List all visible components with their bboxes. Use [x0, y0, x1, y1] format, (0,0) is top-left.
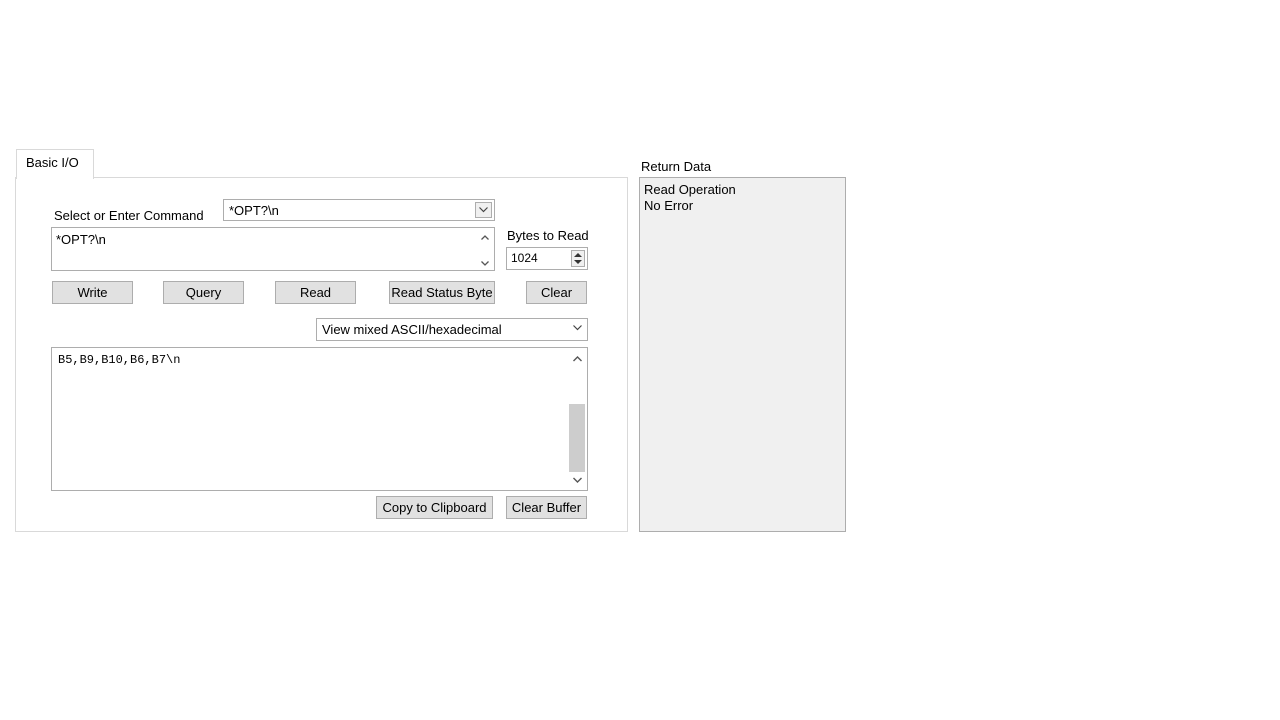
- buffer-scroll-thumb[interactable]: [569, 404, 585, 472]
- command-scrollbar[interactable]: [477, 229, 493, 269]
- return-data-label: Return Data: [641, 159, 712, 174]
- tab-basic-io-label: Basic I/O: [26, 155, 79, 170]
- read-status-byte-button[interactable]: Read Status Byte: [389, 281, 495, 304]
- return-data-box: Read Operation No Error: [639, 177, 846, 532]
- buffer-scrollbar[interactable]: [568, 349, 586, 489]
- command-combo[interactable]: *OPT?\n: [223, 199, 495, 221]
- clear-button[interactable]: Clear: [526, 281, 587, 304]
- scroll-up-icon[interactable]: [481, 235, 489, 240]
- view-mode-dropdown-button[interactable]: [570, 321, 585, 338]
- return-data-line: Read Operation: [644, 182, 736, 197]
- command-text: *OPT?\n: [56, 232, 106, 247]
- scroll-up-icon[interactable]: [573, 356, 582, 362]
- clear-buffer-button[interactable]: Clear Buffer: [506, 496, 587, 519]
- bytes-to-read-label: Bytes to Read: [507, 228, 589, 243]
- bytes-to-read-value: 1024: [511, 251, 538, 265]
- response-buffer[interactable]: B5,B9,B10,B6,B7\n: [51, 347, 588, 491]
- write-button[interactable]: Write: [52, 281, 133, 304]
- command-combo-value: *OPT?\n: [229, 203, 279, 218]
- scroll-down-icon[interactable]: [481, 261, 489, 266]
- scroll-down-icon[interactable]: [573, 477, 582, 483]
- view-mode-select[interactable]: View mixed ASCII/hexadecimal: [316, 318, 588, 341]
- copy-to-clipboard-button[interactable]: Copy to Clipboard: [376, 496, 493, 519]
- response-buffer-text: B5,B9,B10,B6,B7\n: [58, 353, 181, 367]
- bytes-to-read-spinner[interactable]: 1024: [506, 247, 588, 270]
- bytes-spinner-buttons[interactable]: [571, 250, 585, 267]
- chevron-down-icon: [479, 207, 488, 213]
- query-button[interactable]: Query: [163, 281, 244, 304]
- spin-down-icon[interactable]: [574, 260, 582, 264]
- spin-up-icon[interactable]: [574, 253, 582, 257]
- read-button[interactable]: Read: [275, 281, 356, 304]
- chevron-down-icon: [573, 325, 582, 331]
- select-command-label: Select or Enter Command: [54, 208, 204, 223]
- command-text-area[interactable]: *OPT?\n: [51, 227, 495, 271]
- return-data-line: No Error: [644, 198, 694, 213]
- tab-basic-io[interactable]: Basic I/O: [16, 149, 94, 179]
- view-mode-value: View mixed ASCII/hexadecimal: [322, 322, 502, 337]
- command-combo-dropdown-button[interactable]: [475, 202, 492, 218]
